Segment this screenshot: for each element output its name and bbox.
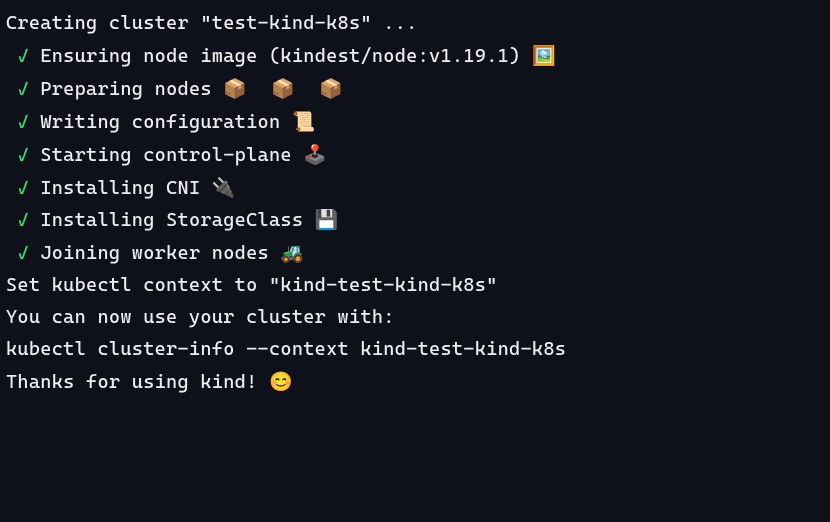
- step-text: Starting control-plane: [40, 144, 303, 166]
- step-joining-worker-nodes: ✓ Joining worker nodes 🚜: [6, 237, 824, 270]
- plug-icon: 🔌: [212, 176, 236, 199]
- step-preparing-nodes: ✓ Preparing nodes 📦 📦 📦: [6, 73, 824, 106]
- context-set-line: Set kubectl context to "kind-test-kind-k…: [6, 270, 824, 302]
- creating-cluster-line: Creating cluster "test-kind-k8s" ...: [6, 8, 824, 40]
- checkmark-icon: ✓: [17, 242, 28, 264]
- kubectl-command-line: kubectl cluster-info --context kind-test…: [6, 334, 824, 366]
- step-starting-control-plane: ✓ Starting control-plane 🕹️: [6, 139, 824, 172]
- checkmark-icon: ✓: [17, 111, 28, 133]
- step-installing-cni: ✓ Installing CNI 🔌: [6, 172, 824, 205]
- picture-icon: 🖼: [532, 44, 556, 67]
- tractor-icon: 🚜: [280, 241, 304, 264]
- step-text: Preparing nodes: [40, 78, 223, 100]
- checkmark-icon: ✓: [17, 177, 28, 199]
- checkmark-icon: ✓: [17, 78, 28, 100]
- package-icon: 📦 📦 📦: [223, 77, 343, 100]
- step-writing-configuration: ✓ Writing configuration 📜: [6, 106, 824, 139]
- checkmark-icon: ✓: [17, 209, 28, 231]
- scroll-icon: 📜: [292, 110, 316, 133]
- step-installing-storageclass: ✓ Installing StorageClass 💾: [6, 204, 824, 237]
- step-text: Joining worker nodes: [40, 242, 280, 264]
- checkmark-icon: ✓: [17, 144, 28, 166]
- checkmark-icon: ✓: [17, 45, 28, 67]
- step-text: Installing CNI: [40, 177, 212, 199]
- thanks-line: Thanks for using kind! 😊: [6, 366, 824, 399]
- floppy-disk-icon: 💾: [315, 208, 339, 231]
- step-ensuring-node-image: ✓ Ensuring node image (kindest/node:v1.1…: [6, 40, 824, 73]
- step-text: Writing configuration: [40, 111, 292, 133]
- use-cluster-line: You can now use your cluster with:: [6, 302, 824, 334]
- step-text: Ensuring node image (kindest/node:v1.19.…: [40, 45, 532, 67]
- smile-icon: 😊: [269, 370, 293, 393]
- joystick-icon: 🕹️: [303, 143, 327, 166]
- step-text: Installing StorageClass: [40, 209, 314, 231]
- thanks-text: Thanks for using kind!: [6, 371, 269, 393]
